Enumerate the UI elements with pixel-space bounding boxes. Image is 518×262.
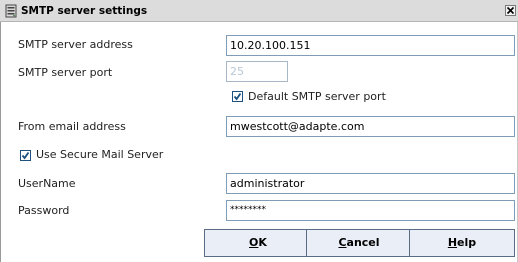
smtp-address-label: SMTP server address (18, 38, 133, 51)
ok-label-rest: K (258, 236, 267, 249)
secure-mail-checkbox[interactable] (20, 150, 31, 161)
ok-mnemonic: O (249, 236, 259, 249)
title-bar[interactable]: SMTP server settings (0, 0, 518, 22)
close-button[interactable] (505, 5, 516, 16)
window-left-border (0, 22, 1, 262)
from-email-field[interactable]: mwestcott@adapte.com (226, 116, 515, 137)
check-icon (21, 151, 30, 160)
cancel-label-rest: ancel (346, 236, 380, 249)
help-button[interactable]: Help (409, 229, 515, 257)
smtp-address-field[interactable]: 10.20.100.151 (226, 35, 515, 56)
close-icon (506, 6, 515, 15)
default-port-checkbox[interactable] (232, 91, 243, 102)
smtp-settings-dialog: SMTP server settings SMTP server address… (0, 0, 518, 262)
secure-mail-label: Use Secure Mail Server (36, 148, 164, 161)
dialog-title: SMTP server settings (21, 5, 148, 17)
cancel-mnemonic: C (338, 236, 347, 249)
username-field[interactable]: administrator (226, 173, 515, 194)
password-field[interactable]: ******** (226, 200, 515, 221)
username-label: UserName (18, 177, 76, 190)
check-icon (233, 92, 242, 101)
ok-button[interactable]: OK (204, 229, 312, 257)
default-port-label: Default SMTP server port (248, 90, 386, 103)
cancel-button[interactable]: Cancel (306, 229, 412, 257)
password-label: Password (18, 204, 70, 217)
from-email-label: From email address (18, 120, 126, 133)
smtp-server-icon (5, 4, 17, 18)
smtp-port-label: SMTP server port (18, 66, 113, 79)
smtp-port-field[interactable]: 25 (226, 61, 288, 82)
help-mnemonic: H (447, 236, 458, 249)
help-label-rest: elp (457, 236, 477, 249)
